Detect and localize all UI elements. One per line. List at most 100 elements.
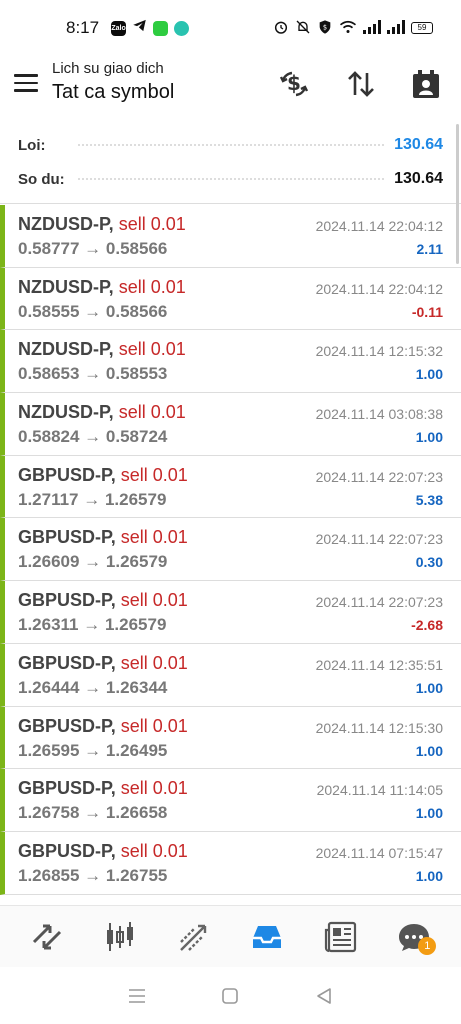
- trade-profit: -0.11: [411, 303, 443, 320]
- trade-prices: 1.26609 → 1.26579: [18, 552, 168, 572]
- trade-symbol: GBPUSD-P,: [18, 840, 116, 861]
- quotes-icon[interactable]: [27, 917, 67, 957]
- currency-filter-icon[interactable]: $: [276, 66, 312, 102]
- trade-row[interactable]: NZDUSD-P, sell 0.01 0.58777 → 0.58566 20…: [0, 205, 461, 268]
- trade-profit: 1.00: [415, 429, 443, 446]
- trade-symbol: NZDUSD-P,: [18, 276, 114, 297]
- recents-icon[interactable]: [122, 981, 152, 1011]
- trade-symbol: GBPUSD-P,: [18, 464, 116, 485]
- trade-profit: 0.30: [415, 554, 443, 571]
- home-icon[interactable]: [215, 981, 245, 1011]
- trade-symbol: GBPUSD-P,: [18, 590, 116, 611]
- trade-symbol: GBPUSD-P,: [18, 527, 116, 548]
- trade-row[interactable]: GBPUSD-P, sell 0.01 1.26855 → 1.26755 20…: [0, 831, 461, 895]
- back-icon[interactable]: [309, 981, 339, 1011]
- telegram-icon: [132, 18, 147, 38]
- trade-icon[interactable]: [174, 917, 214, 957]
- trade-prices: 1.27117 → 1.26579: [18, 489, 167, 509]
- trade-time: 2024.11.14 22:07:23: [315, 468, 443, 485]
- trade-prices: 1.26855 → 1.26755: [18, 865, 168, 885]
- trade-row[interactable]: NZDUSD-P, sell 0.01 0.58555 → 0.58566 20…: [0, 267, 461, 331]
- account-summary: Loi: 130.64 So du: 130.64: [0, 124, 461, 204]
- trade-side: sell 0.01: [120, 778, 188, 799]
- svg-text:$: $: [323, 23, 327, 31]
- zalo-icon: Zalo: [111, 20, 127, 36]
- trade-profit: 2.11: [416, 241, 443, 257]
- trade-prices: 1.26595 → 1.26495: [18, 740, 168, 760]
- trade-profit: 1.00: [415, 679, 443, 696]
- trade-time: 2024.11.14 22:07:23: [315, 594, 443, 611]
- trade-side: sell 0.01: [120, 652, 188, 673]
- app-bar: Lich su giao dich Tat ca symbol $: [0, 56, 461, 116]
- trade-prices: 0.58777 → 0.58566: [18, 239, 168, 258]
- bottom-navigation: 1: [0, 905, 461, 967]
- trade-time: 2024.11.14 03:08:38: [315, 406, 443, 423]
- trade-row[interactable]: NZDUSD-P, sell 0.01 0.58653 → 0.58553 20…: [0, 330, 461, 394]
- signal-icon: [363, 19, 381, 37]
- trade-row[interactable]: NZDUSD-P, sell 0.01 0.58824 → 0.58724 20…: [0, 393, 461, 456]
- trade-side: sell 0.01: [118, 276, 186, 297]
- trade-time: 2024.11.14 22:07:23: [315, 531, 443, 548]
- trade-time: 2024.11.14 22:04:12: [315, 280, 443, 297]
- trade-row[interactable]: GBPUSD-P, sell 0.01 1.26758 → 1.26658 20…: [0, 769, 461, 832]
- trade-prices: 0.58653 → 0.58553: [18, 364, 168, 384]
- trade-profit: 5.38: [415, 491, 443, 508]
- trade-side: sell 0.01: [120, 840, 188, 861]
- trade-time: 2024.11.14 12:15:32: [315, 343, 443, 360]
- messages-icon[interactable]: 1: [394, 917, 437, 957]
- mute-bell-icon: [295, 19, 311, 38]
- trade-row[interactable]: GBPUSD-P, sell 0.01 1.26595 → 1.26495 20…: [0, 706, 461, 770]
- trade-prices: 0.58555 → 0.58566: [18, 301, 168, 321]
- chat-app-icon: [174, 20, 190, 36]
- trade-prices: 1.26311 → 1.26579: [18, 615, 167, 635]
- trade-time: 2024.11.14 07:15:47: [315, 844, 443, 861]
- calendar-icon[interactable]: [408, 66, 444, 102]
- trade-row[interactable]: GBPUSD-P, sell 0.01 1.27117 → 1.26579 20…: [0, 455, 461, 519]
- news-icon[interactable]: [321, 917, 361, 957]
- alarm-icon: [273, 19, 289, 38]
- trade-profit: 1.00: [415, 742, 443, 759]
- trade-symbol: NZDUSD-P,: [18, 339, 114, 360]
- menu-icon[interactable]: [14, 74, 38, 94]
- trade-time: 2024.11.14 11:14:05: [316, 782, 443, 799]
- profit-label: Loi:: [18, 136, 46, 154]
- trade-row[interactable]: GBPUSD-P, sell 0.01 1.26444 → 1.26344 20…: [0, 643, 461, 707]
- sort-icon[interactable]: [343, 66, 379, 102]
- trade-time: 2024.11.14 22:04:12: [315, 218, 443, 234]
- trade-side: sell 0.01: [118, 339, 186, 360]
- system-navigation: [0, 968, 461, 1024]
- dotted-leader: [78, 178, 385, 180]
- trade-prices: 0.58824 → 0.58724: [18, 427, 168, 447]
- trade-prices: 1.26758 → 1.26658: [18, 803, 168, 823]
- trade-symbol: NZDUSD-P,: [18, 214, 114, 234]
- trade-symbol: GBPUSD-P,: [18, 715, 116, 736]
- shield-dollar-icon: $: [317, 19, 333, 38]
- wifi-icon: [339, 20, 357, 37]
- trade-history-list[interactable]: NZDUSD-P, sell 0.01 0.58777 → 0.58566 20…: [0, 205, 461, 902]
- trade-symbol: NZDUSD-P,: [18, 402, 114, 423]
- balance-label: So du:: [18, 170, 65, 188]
- messages-badge: 1: [418, 936, 437, 955]
- trade-row[interactable]: GBPUSD-P, sell 0.01 1.26609 → 1.26579 20…: [0, 518, 461, 582]
- trade-row[interactable]: GBPUSD-P, sell 0.01 1.26311 → 1.26579 20…: [0, 581, 461, 644]
- trade-profit: 1.00: [415, 805, 443, 822]
- status-bar: 8:17 Zalo $ 59: [0, 0, 461, 56]
- trade-symbol: GBPUSD-P,: [18, 652, 116, 673]
- dotted-leader: [78, 144, 385, 146]
- trade-side: sell 0.01: [118, 214, 186, 234]
- chart-icon[interactable]: [100, 917, 140, 957]
- trade-profit: 1.00: [415, 366, 443, 383]
- battery-icon: 59: [411, 22, 433, 34]
- trade-prices: 1.26444 → 1.26344: [18, 677, 168, 697]
- trade-side: sell 0.01: [118, 402, 186, 423]
- page-subtitle: Lich su giao dich: [52, 60, 164, 77]
- status-time: 8:17: [66, 18, 100, 37]
- history-icon[interactable]: [247, 917, 287, 957]
- signal-icon-2: [387, 19, 405, 37]
- trade-side: sell 0.01: [120, 464, 188, 485]
- page-title[interactable]: Tat ca symbol: [52, 81, 174, 104]
- profit-value: 130.64: [394, 136, 443, 153]
- balance-value: 130.64: [394, 170, 443, 187]
- green-app-icon: [153, 20, 169, 36]
- trade-time: 2024.11.14 12:15:30: [315, 719, 443, 736]
